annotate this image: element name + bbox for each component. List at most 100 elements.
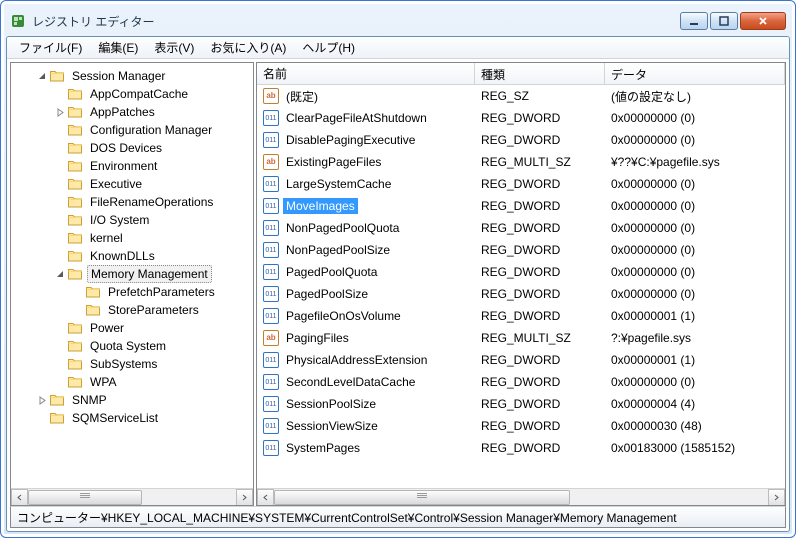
tree-item-label: Memory Management — [87, 265, 212, 283]
menu-item[interactable]: 表示(V) — [146, 37, 202, 58]
value-name: PagedPoolSize — [283, 286, 371, 302]
tree-item[interactable]: Environment — [11, 157, 253, 175]
close-button[interactable] — [740, 12, 786, 30]
value-data: (値の設定なし) — [605, 88, 785, 105]
list-row[interactable]: abExistingPageFilesREG_MULTI_SZ¥??¥C:¥pa… — [257, 151, 785, 173]
value-name: LargeSystemCache — [283, 176, 394, 192]
col-name-header[interactable]: 名前 — [257, 63, 475, 84]
tree-item-label: WPA — [87, 374, 119, 390]
value-type: REG_DWORD — [475, 221, 605, 235]
value-name: SessionPoolSize — [283, 396, 379, 412]
tree-item-label: kernel — [87, 230, 126, 246]
expander-open-icon[interactable] — [35, 69, 49, 83]
tree-item[interactable]: I/O System — [11, 211, 253, 229]
tree-item[interactable]: Quota System — [11, 337, 253, 355]
tree-item[interactable]: FileRenameOperations — [11, 193, 253, 211]
menu-item[interactable]: 編集(E) — [90, 37, 146, 58]
tree-item[interactable]: Executive — [11, 175, 253, 193]
tree-item[interactable]: kernel — [11, 229, 253, 247]
expander-open-icon[interactable] — [53, 267, 67, 281]
value-type: REG_DWORD — [475, 397, 605, 411]
tree-item-label: PrefetchParameters — [105, 284, 218, 300]
binary-value-icon: 011 — [263, 220, 279, 236]
tree-item[interactable]: AppCompatCache — [11, 85, 253, 103]
list-row[interactable]: 011NonPagedPoolQuotaREG_DWORD0x00000000 … — [257, 217, 785, 239]
tree[interactable]: Session ManagerAppCompatCacheAppPatchesC… — [11, 63, 253, 488]
expander-spacer — [53, 159, 67, 173]
list-row[interactable]: 011PagefileOnOsVolumeREG_DWORD0x00000001… — [257, 305, 785, 327]
binary-value-icon: 011 — [263, 198, 279, 214]
list-row[interactable]: 011SecondLevelDataCacheREG_DWORD0x000000… — [257, 371, 785, 393]
list-row[interactable]: 011SystemPagesREG_DWORD0x00183000 (15851… — [257, 437, 785, 459]
binary-value-icon: 011 — [263, 176, 279, 192]
expander-closed-icon[interactable] — [53, 105, 67, 119]
scroll-right-icon[interactable] — [768, 489, 785, 506]
scroll-left-icon[interactable] — [257, 489, 274, 506]
tree-hscroll[interactable] — [11, 488, 253, 505]
value-type: REG_MULTI_SZ — [475, 155, 605, 169]
list-row[interactable]: 011PagedPoolQuotaREG_DWORD0x00000000 (0) — [257, 261, 785, 283]
folder-icon — [67, 140, 83, 156]
tree-item[interactable]: Power — [11, 319, 253, 337]
menu-item[interactable]: ヘルプ(H) — [294, 37, 363, 58]
minimize-button[interactable] — [680, 12, 708, 30]
menu-item[interactable]: ファイル(F) — [11, 37, 90, 58]
list-row[interactable]: 011PagedPoolSizeREG_DWORD0x00000000 (0) — [257, 283, 785, 305]
string-value-icon: ab — [263, 154, 279, 170]
list-hscroll[interactable] — [257, 488, 785, 505]
value-name: MoveImages — [283, 198, 358, 214]
tree-item[interactable]: WPA — [11, 373, 253, 391]
binary-value-icon: 011 — [263, 110, 279, 126]
col-type-header[interactable]: 種類 — [475, 63, 605, 84]
expander-spacer — [53, 213, 67, 227]
menubar: ファイル(F)編集(E)表示(V)お気に入り(A)ヘルプ(H) — [7, 37, 789, 59]
binary-value-icon: 011 — [263, 242, 279, 258]
tree-item[interactable]: Memory Management — [11, 265, 253, 283]
tree-item[interactable]: SQMServiceList — [11, 409, 253, 427]
tree-item[interactable]: Configuration Manager — [11, 121, 253, 139]
tree-item[interactable]: KnownDLLs — [11, 247, 253, 265]
tree-item[interactable]: PrefetchParameters — [11, 283, 253, 301]
tree-item[interactable]: StoreParameters — [11, 301, 253, 319]
list-row[interactable]: abPagingFilesREG_MULTI_SZ?:¥pagefile.sys — [257, 327, 785, 349]
value-type: REG_DWORD — [475, 133, 605, 147]
value-name: SecondLevelDataCache — [283, 374, 418, 390]
folder-icon — [85, 284, 101, 300]
value-data: 0x00183000 (1585152) — [605, 441, 785, 455]
scroll-left-icon[interactable] — [11, 489, 28, 506]
col-data-header[interactable]: データ — [605, 63, 785, 84]
value-type: REG_DWORD — [475, 265, 605, 279]
list-row[interactable]: 011DisablePagingExecutiveREG_DWORD0x0000… — [257, 129, 785, 151]
binary-value-icon: 011 — [263, 286, 279, 302]
value-data: 0x00000000 (0) — [605, 265, 785, 279]
list-row[interactable]: 011MoveImagesREG_DWORD0x00000000 (0) — [257, 195, 785, 217]
expander-spacer — [35, 411, 49, 425]
list-row[interactable]: 011PhysicalAddressExtensionREG_DWORD0x00… — [257, 349, 785, 371]
expander-closed-icon[interactable] — [35, 393, 49, 407]
list-row[interactable]: 011LargeSystemCacheREG_DWORD0x00000000 (… — [257, 173, 785, 195]
tree-item[interactable]: Session Manager — [11, 67, 253, 85]
scroll-right-icon[interactable] — [236, 489, 253, 506]
tree-item[interactable]: SubSystems — [11, 355, 253, 373]
list-row[interactable]: 011SessionViewSizeREG_DWORD0x00000030 (4… — [257, 415, 785, 437]
maximize-button[interactable] — [710, 12, 738, 30]
menu-item[interactable]: お気に入り(A) — [202, 37, 294, 58]
folder-icon — [67, 158, 83, 174]
titlebar[interactable]: レジストリ エディター — [6, 6, 790, 36]
tree-item-label: Quota System — [87, 338, 169, 354]
tree-panel: Session ManagerAppCompatCacheAppPatchesC… — [10, 62, 254, 506]
value-data: ¥??¥C:¥pagefile.sys — [605, 155, 785, 169]
list-row[interactable]: 011ClearPageFileAtShutdownREG_DWORD0x000… — [257, 107, 785, 129]
value-name: NonPagedPoolSize — [283, 242, 393, 258]
list-hscroll-thumb[interactable] — [274, 490, 570, 505]
tree-hscroll-thumb[interactable] — [28, 490, 142, 505]
list-row[interactable]: 011NonPagedPoolSizeREG_DWORD0x00000000 (… — [257, 239, 785, 261]
tree-item[interactable]: SNMP — [11, 391, 253, 409]
value-type: REG_DWORD — [475, 199, 605, 213]
list[interactable]: 名前 種類 データ ab(既定)REG_SZ(値の設定なし)011ClearPa… — [257, 63, 785, 488]
list-row[interactable]: ab(既定)REG_SZ(値の設定なし) — [257, 85, 785, 107]
tree-item[interactable]: DOS Devices — [11, 139, 253, 157]
list-row[interactable]: 011SessionPoolSizeREG_DWORD0x00000004 (4… — [257, 393, 785, 415]
expander-spacer — [53, 321, 67, 335]
tree-item[interactable]: AppPatches — [11, 103, 253, 121]
